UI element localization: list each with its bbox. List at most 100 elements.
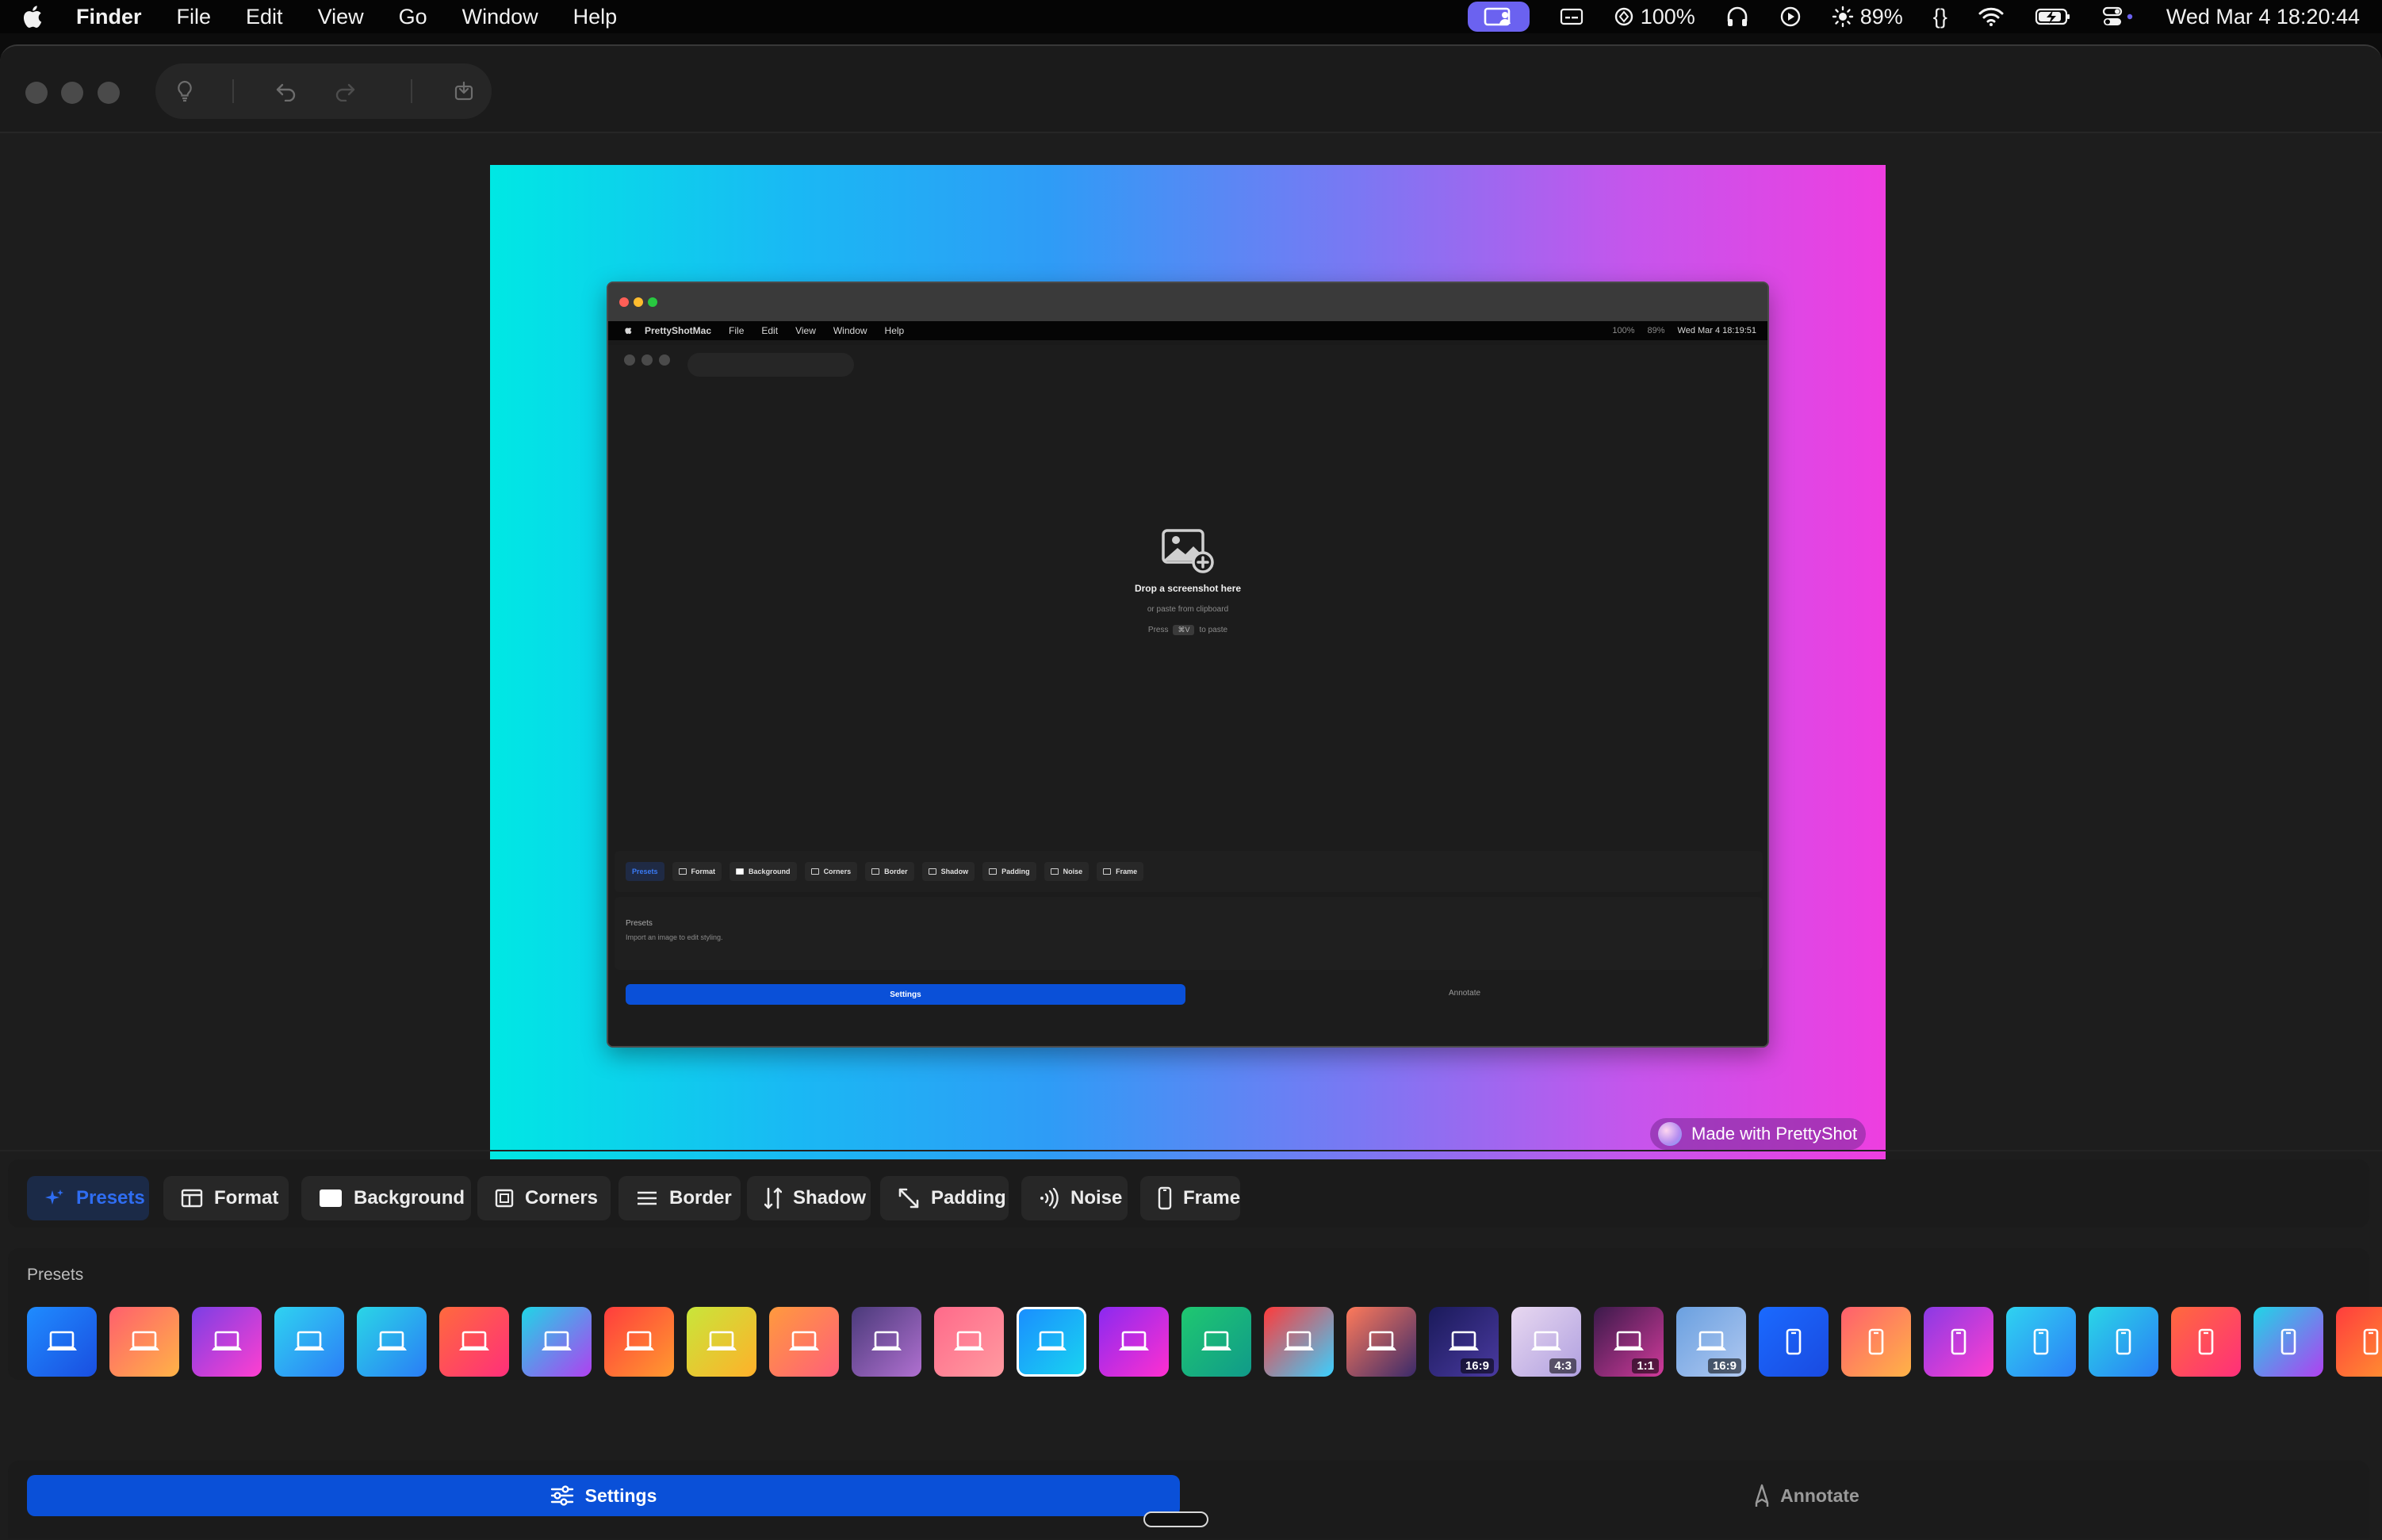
- tab-presets[interactable]: Presets: [27, 1176, 149, 1220]
- tab-noise[interactable]: Noise: [1021, 1176, 1128, 1220]
- preset-thumbnail[interactable]: [357, 1307, 427, 1377]
- settings-button[interactable]: Settings: [27, 1475, 1180, 1516]
- undo-icon[interactable]: [274, 79, 298, 103]
- preset-thumbnail[interactable]: [769, 1307, 839, 1377]
- preset-thumbnail[interactable]: 1:1: [1594, 1307, 1664, 1377]
- preset-thumbnail[interactable]: [1924, 1307, 1993, 1377]
- tab-shadow[interactable]: Shadow: [747, 1176, 871, 1220]
- preset-thumbnail[interactable]: [27, 1307, 97, 1377]
- preset-thumbnail[interactable]: [1099, 1307, 1169, 1377]
- menu-help[interactable]: Help: [573, 5, 618, 29]
- menu-clock[interactable]: Wed Mar 4 18:20:44: [2166, 5, 2360, 29]
- preset-thumbnail[interactable]: 16:9: [1429, 1307, 1499, 1377]
- tab-shadow-label: Shadow: [793, 1187, 867, 1209]
- preset-thumbnail[interactable]: [1346, 1307, 1416, 1377]
- braces-icon[interactable]: {}: [1933, 5, 1947, 29]
- preset-thumbnail[interactable]: [934, 1307, 1004, 1377]
- inner-menu-item: Window: [833, 325, 867, 336]
- preset-thumbnail[interactable]: [2089, 1307, 2158, 1377]
- save-icon[interactable]: [452, 79, 476, 103]
- zoom-window-button[interactable]: [98, 82, 120, 104]
- tab-format-label: Format: [214, 1187, 279, 1209]
- inner-traffic-dot: [624, 354, 635, 366]
- preset-thumbnail[interactable]: [1264, 1307, 1334, 1377]
- phone-icon: [2279, 1327, 2298, 1356]
- laptop-icon: [45, 1329, 79, 1354]
- preview-canvas[interactable]: PrettyShotMac File Edit View Window Help…: [490, 165, 1886, 1164]
- phone-icon: [1949, 1327, 1968, 1356]
- tab-border-label: Border: [669, 1187, 732, 1209]
- menu-go[interactable]: Go: [399, 5, 427, 29]
- screen-share-icon[interactable]: [1467, 2, 1530, 32]
- inner-tab-border: Border: [865, 862, 914, 881]
- laptop-icon: [1447, 1329, 1480, 1354]
- laptop-icon: [375, 1329, 408, 1354]
- inner-menu-item: Edit: [761, 325, 779, 336]
- preset-thumbnail[interactable]: 16:9: [1676, 1307, 1746, 1377]
- drop-title: Drop a screenshot here: [1134, 583, 1242, 594]
- wifi-icon[interactable]: [1978, 6, 2005, 27]
- tab-border[interactable]: Border: [618, 1176, 741, 1220]
- captions-icon[interactable]: [1560, 7, 1584, 26]
- battery-icon[interactable]: [2035, 7, 2071, 26]
- cpu-percent: 100%: [1640, 4, 1695, 29]
- headphones-icon[interactable]: [1725, 6, 1749, 28]
- inner-tab-label: Frame: [1116, 868, 1138, 875]
- brightness-icon: [1832, 6, 1853, 28]
- brightness-status[interactable]: 89%: [1832, 5, 1903, 29]
- inner-app: Drop a screenshot here or paste from cli…: [608, 345, 1767, 1046]
- preset-thumbnail[interactable]: [2006, 1307, 2076, 1377]
- preset-thumbnail[interactable]: [1841, 1307, 1911, 1377]
- inner-toolbar: [687, 353, 854, 377]
- tab-corners[interactable]: Corners: [477, 1176, 611, 1220]
- apple-icon[interactable]: [21, 3, 44, 30]
- minimize-window-button[interactable]: [61, 82, 83, 104]
- inner-annotate-button: Annotate: [1449, 989, 1481, 998]
- inner-presets-title: Presets: [626, 919, 653, 928]
- preset-thumbnail[interactable]: 4:3: [1511, 1307, 1581, 1377]
- watermark-badge: Made with PrettyShot: [1650, 1118, 1866, 1150]
- resize-handle[interactable]: [1143, 1511, 1208, 1527]
- preset-thumbnail[interactable]: [1759, 1307, 1829, 1377]
- preset-thumbnail[interactable]: [2336, 1307, 2382, 1377]
- preset-thumbnail[interactable]: [604, 1307, 674, 1377]
- presets-panel: Presets 16:9 4:3 1:1 16:9: [8, 1248, 2382, 1380]
- menu-file[interactable]: File: [177, 5, 212, 29]
- play-circle-icon[interactable]: [1779, 6, 1802, 28]
- preset-thumbnail[interactable]: [522, 1307, 592, 1377]
- preset-thumbnail[interactable]: [687, 1307, 756, 1377]
- close-window-button[interactable]: [25, 82, 48, 104]
- annotate-button[interactable]: Annotate: [1719, 1475, 1894, 1516]
- preset-thumbnail[interactable]: [2254, 1307, 2323, 1377]
- tab-format[interactable]: Format: [163, 1176, 289, 1220]
- laptop-icon: [622, 1329, 656, 1354]
- aspect-ratio-badge: 16:9: [1460, 1358, 1494, 1373]
- preset-thumbnail[interactable]: [192, 1307, 262, 1377]
- menu-edit[interactable]: Edit: [246, 5, 283, 29]
- preset-thumbnail[interactable]: [274, 1307, 344, 1377]
- corners-icon: [495, 1189, 514, 1208]
- lightbulb-icon[interactable]: [173, 79, 197, 103]
- laptop-icon: [1200, 1329, 1233, 1354]
- window-toolbar: [155, 63, 492, 119]
- tab-padding[interactable]: Padding: [880, 1176, 1009, 1220]
- laptop-icon: [952, 1329, 986, 1354]
- cpu-status[interactable]: 100%: [1614, 5, 1695, 29]
- menu-app-name[interactable]: Finder: [76, 5, 142, 29]
- menu-view[interactable]: View: [318, 5, 364, 29]
- tab-background[interactable]: Background: [301, 1176, 471, 1220]
- preset-thumbnail[interactable]: [439, 1307, 509, 1377]
- preset-thumbnail[interactable]: [109, 1307, 179, 1377]
- preset-thumbnail[interactable]: [1181, 1307, 1251, 1377]
- tab-frame[interactable]: Frame: [1140, 1176, 1240, 1220]
- preset-thumbnail[interactable]: [852, 1307, 921, 1377]
- control-center-icon[interactable]: [2101, 6, 2136, 28]
- preset-thumbnail[interactable]: [1017, 1307, 1086, 1377]
- menu-window[interactable]: Window: [462, 5, 538, 29]
- inner-tab-label: Padding: [1001, 868, 1030, 875]
- inner-tab-frame: Frame: [1097, 862, 1144, 881]
- redo-icon[interactable]: [333, 79, 357, 103]
- laptop-icon: [210, 1329, 243, 1354]
- preset-thumbnail[interactable]: [2171, 1307, 2241, 1377]
- laptop-icon: [1695, 1329, 1728, 1354]
